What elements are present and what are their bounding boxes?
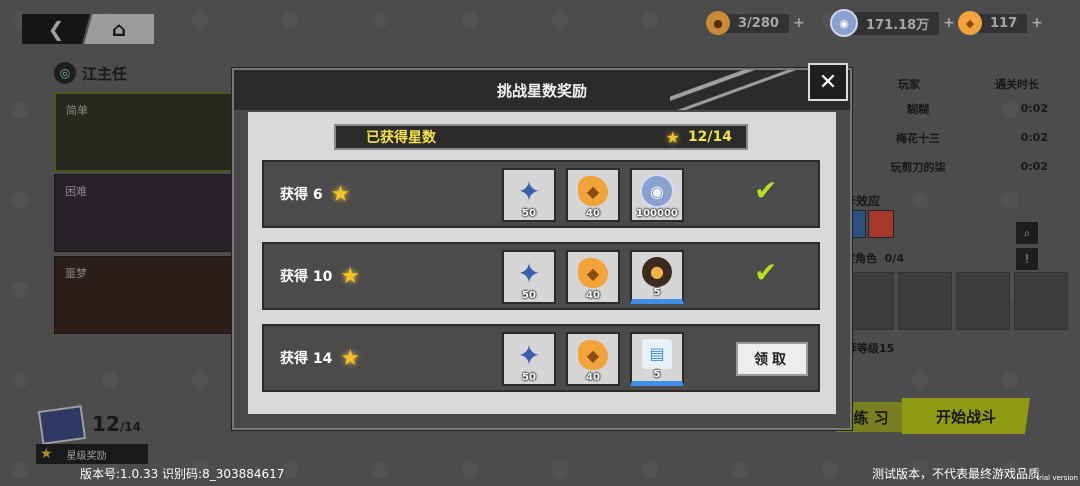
reward-threshold: 获得 6 ★ xyxy=(280,162,350,226)
reward-row-14: 获得 14 ★ ✦ 50 ◆ 40 ▤ 5 领取 xyxy=(262,324,820,392)
modal-body: 已获得星数 ★ 12/14 获得 6 ★ ✦ 50 ◆ 40 ◉ 100000 ✔ 获… xyxy=(248,112,836,414)
reward-row-6: 获得 6 ★ ✦ 50 ◆ 40 ◉ 100000 ✔ xyxy=(262,160,820,228)
book-icon: ▤ xyxy=(642,338,672,369)
coin-icon: ◉ xyxy=(640,174,674,208)
item-count: 50 xyxy=(522,372,536,383)
fish-icon: ◆ xyxy=(578,176,608,206)
item-count: 100000 xyxy=(636,208,678,219)
brush-decoration xyxy=(670,70,810,110)
reward-threshold-text: 获得 6 xyxy=(280,187,323,203)
reward-threshold: 获得 10 ★ xyxy=(280,244,360,308)
item-count: 40 xyxy=(586,208,600,219)
close-button[interactable]: ✕ xyxy=(808,63,848,101)
reward-item[interactable]: ◉ 100000 xyxy=(630,168,684,222)
item-count: 50 xyxy=(522,290,536,301)
stars-obtained-value: ★ 12/14 xyxy=(666,128,732,147)
claimed-check-icon: ✔ xyxy=(754,256,778,289)
modal-title: 挑战星数奖励 xyxy=(496,81,587,100)
stars-obtained-bar: 已获得星数 ★ 12/14 xyxy=(334,124,748,150)
fish-icon: ◆ xyxy=(578,340,608,370)
trial-label: trial version xyxy=(1036,474,1078,482)
star-icon: ★ xyxy=(665,127,680,147)
stars-obtained-label: 已获得星数 xyxy=(366,130,436,146)
coin-icon: ◉ xyxy=(830,9,858,37)
item-count: 40 xyxy=(586,290,600,301)
reward-items: ✦ 50 ◆ 40 ◉ 100000 xyxy=(502,168,684,222)
claimed-check-icon: ✔ xyxy=(754,174,778,207)
reward-item[interactable]: ◆ 40 xyxy=(566,168,620,222)
reward-item[interactable]: ✦ 50 xyxy=(502,168,556,222)
reward-items: ✦ 50 ◆ 40 ● 5 xyxy=(502,250,684,304)
reward-items: ✦ 50 ◆ 40 ▤ 5 xyxy=(502,332,684,386)
reward-row-10: 获得 10 ★ ✦ 50 ◆ 40 ● 5 ✔ xyxy=(262,242,820,310)
shuriken-icon: ✦ xyxy=(517,338,541,372)
item-count: 5 xyxy=(653,369,661,380)
reward-item[interactable]: ◆ 40 xyxy=(566,250,620,304)
reward-threshold-text: 获得 14 xyxy=(280,351,333,367)
close-icon: ✕ xyxy=(818,69,838,95)
reward-item[interactable]: ▤ 5 xyxy=(630,332,684,386)
takoyaki-icon: ● xyxy=(642,256,672,287)
reward-item[interactable]: ✦ 50 xyxy=(502,250,556,304)
star-icon: ★ xyxy=(330,181,351,207)
item-count: 5 xyxy=(653,287,661,298)
star-icon: ★ xyxy=(340,345,361,371)
shuriken-icon: ✦ xyxy=(517,174,541,208)
shuriken-icon: ✦ xyxy=(517,256,541,290)
fish-icon: ◆ xyxy=(578,258,608,288)
version-text: 版本号:1.0.33 识别码:8_303884617 xyxy=(80,467,285,481)
modal-header: 挑战星数奖励 xyxy=(234,70,850,110)
claim-button[interactable]: 领取 xyxy=(736,342,808,376)
reward-item[interactable]: ✦ 50 xyxy=(502,332,556,386)
reward-threshold-text: 获得 10 xyxy=(280,269,333,285)
reward-item[interactable]: ● 5 xyxy=(630,250,684,304)
drumstick-icon: ● xyxy=(706,11,730,35)
star-icon: ★ xyxy=(340,263,361,289)
star-reward-modal: 挑战星数奖励 已获得星数 ★ 12/14 获得 6 ★ ✦ 50 ◆ 40 ◉ 100… xyxy=(232,68,852,430)
fish-icon: ◆ xyxy=(958,11,982,35)
reward-item[interactable]: ◆ 40 xyxy=(566,332,620,386)
test-notice: 测试版本，不代表最终游戏品质 xyxy=(871,467,1040,481)
stars-value-text: 12/14 xyxy=(687,129,732,145)
item-count: 50 xyxy=(522,208,536,219)
reward-threshold: 获得 14 ★ xyxy=(280,326,360,390)
item-count: 40 xyxy=(586,372,600,383)
